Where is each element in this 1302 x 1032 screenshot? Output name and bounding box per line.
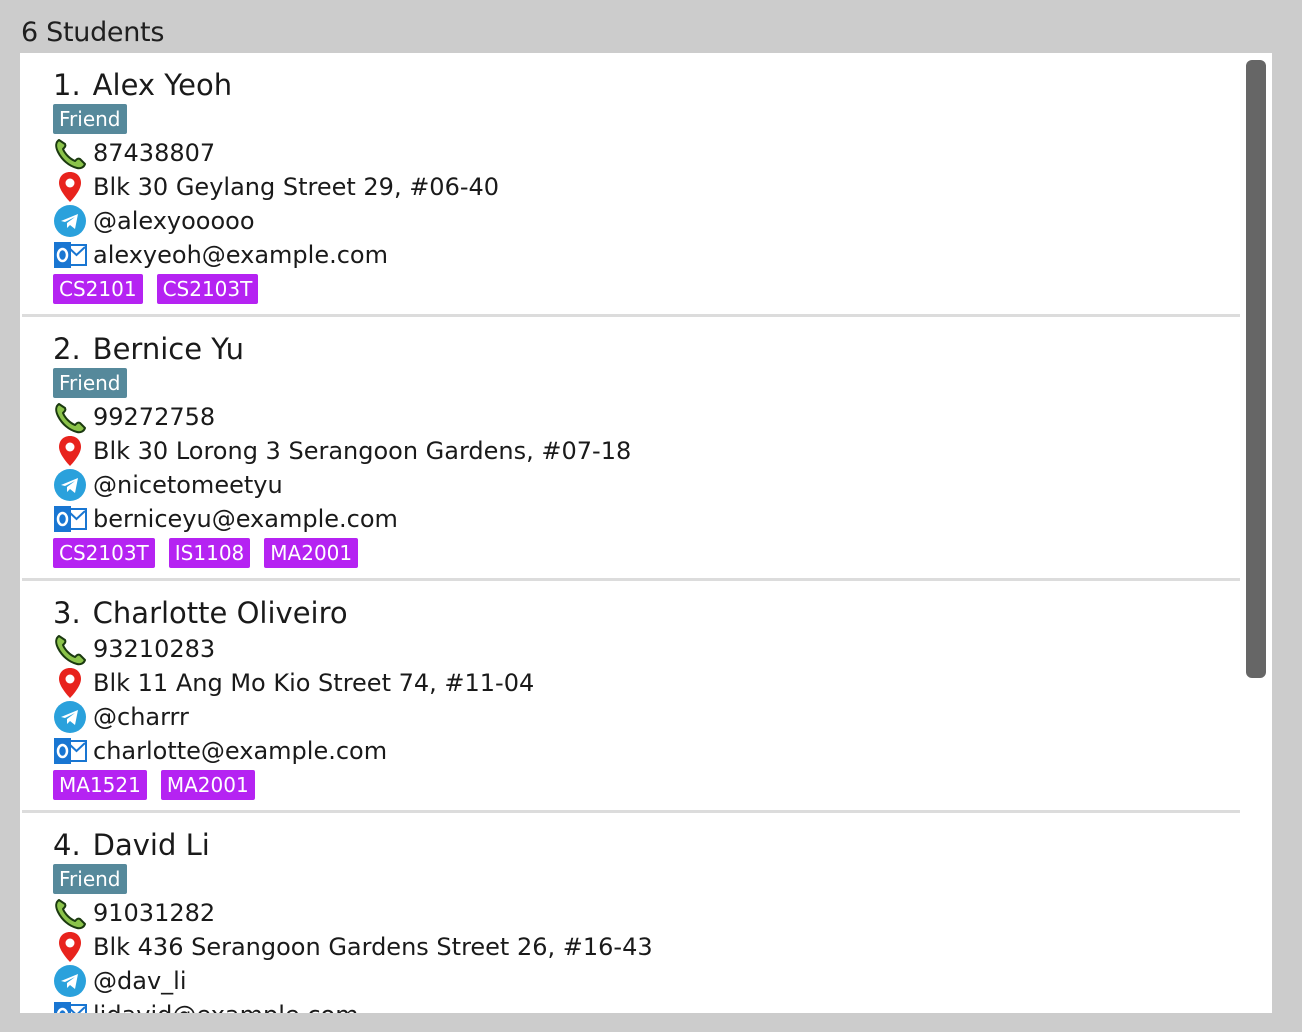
outlook-email-icon <box>53 998 87 1013</box>
student-title: 1. Alex Yeoh <box>53 67 1240 103</box>
relation-tag: Friend <box>53 368 127 398</box>
relation-tag: Friend <box>53 104 127 134</box>
phone-icon <box>53 896 87 930</box>
location-pin-icon <box>53 170 87 204</box>
address-row: Blk 30 Lorong 3 Serangoon Gardens, #07-1… <box>53 434 1240 468</box>
module-tag: MA2001 <box>264 538 359 568</box>
telegram-icon <box>53 204 87 238</box>
telegram-icon <box>53 964 87 998</box>
telegram-row: @dav_li <box>53 964 1240 998</box>
module-tag: IS1108 <box>168 538 251 568</box>
outlook-email-icon <box>53 734 87 768</box>
student-card[interactable]: 3. Charlotte Oliveiro 93210283 Blk 11 Ang… <box>22 581 1240 813</box>
phone-row: 99272758 <box>53 400 1240 434</box>
telegram-handle: @alexyooooo <box>93 207 255 235</box>
telegram-row: @charrr <box>53 700 1240 734</box>
student-name: Charlotte Oliveiro <box>92 596 348 630</box>
email-text: charlotte@example.com <box>93 737 388 765</box>
telegram-row: @nicetomeetyu <box>53 468 1240 502</box>
student-index: 1. <box>53 68 81 102</box>
student-index: 3. <box>53 596 81 630</box>
telegram-row: @alexyooooo <box>53 204 1240 238</box>
telegram-handle: @charrr <box>93 703 189 731</box>
address-text: Blk 30 Geylang Street 29, #06-40 <box>93 173 500 201</box>
telegram-handle: @dav_li <box>93 967 187 995</box>
phone-icon <box>53 632 87 666</box>
telegram-icon <box>53 700 87 734</box>
scrollbar-thumb[interactable] <box>1246 60 1266 678</box>
student-title: 3. Charlotte Oliveiro <box>53 595 1240 631</box>
module-tag: CS2101 <box>53 274 143 304</box>
module-tags: MA1521 MA2001 <box>53 770 1240 800</box>
location-pin-icon <box>53 434 87 468</box>
address-text: Blk 436 Serangoon Gardens Street 26, #16… <box>93 933 653 961</box>
address-text: Blk 11 Ang Mo Kio Street 74, #11-04 <box>93 669 535 697</box>
student-list-panel[interactable]: 1. Alex Yeoh Friend 87438807 Blk 30 Geyla… <box>20 53 1272 1013</box>
phone-row: 93210283 <box>53 632 1240 666</box>
phone-text: 87438807 <box>93 139 216 167</box>
location-pin-icon <box>53 666 87 700</box>
phone-text: 91031282 <box>93 899 216 927</box>
module-tag: MA2001 <box>160 770 255 800</box>
address-text: Blk 30 Lorong 3 Serangoon Gardens, #07-1… <box>93 437 632 465</box>
email-text: berniceyu@example.com <box>93 505 398 533</box>
phone-row: 87438807 <box>53 136 1240 170</box>
email-row: alexyeoh@example.com <box>53 238 1240 272</box>
email-row: charlotte@example.com <box>53 734 1240 768</box>
address-row: Blk 436 Serangoon Gardens Street 26, #16… <box>53 930 1240 964</box>
student-index: 4. <box>53 828 81 862</box>
outlook-email-icon <box>53 502 87 536</box>
address-row: Blk 11 Ang Mo Kio Street 74, #11-04 <box>53 666 1240 700</box>
email-text: alexyeoh@example.com <box>93 241 388 269</box>
module-tag: CS2103T <box>53 538 155 568</box>
relation-tag: Friend <box>53 864 127 894</box>
telegram-handle: @nicetomeetyu <box>93 471 283 499</box>
module-tags: CS2103T IS1108 MA2001 <box>53 538 1240 568</box>
email-row: berniceyu@example.com <box>53 502 1240 536</box>
module-tags: CS2101 CS2103T <box>53 274 1240 304</box>
student-count-heading: 6 Students <box>21 17 165 48</box>
phone-text: 99272758 <box>93 403 216 431</box>
module-tag: MA1521 <box>53 770 147 800</box>
student-name: David Li <box>92 828 210 862</box>
module-tag: CS2103T <box>156 274 259 304</box>
student-name: Bernice Yu <box>92 332 245 366</box>
student-card[interactable]: 4. David Li Friend 91031282 Blk 436 Seran… <box>22 813 1240 1013</box>
student-card[interactable]: 2. Bernice Yu Friend 99272758 Blk 30 Loro… <box>22 317 1240 581</box>
email-text: lidavid@example.com <box>93 1001 359 1013</box>
student-card[interactable]: 1. Alex Yeoh Friend 87438807 Blk 30 Geyla… <box>22 53 1240 317</box>
student-card-list: 1. Alex Yeoh Friend 87438807 Blk 30 Geyla… <box>20 53 1242 1013</box>
phone-icon <box>53 136 87 170</box>
student-index: 2. <box>53 332 81 366</box>
student-title: 2. Bernice Yu <box>53 331 1240 367</box>
telegram-icon <box>53 468 87 502</box>
student-title: 4. David Li <box>53 827 1240 863</box>
student-name: Alex Yeoh <box>92 68 233 102</box>
email-row: lidavid@example.com <box>53 998 1240 1013</box>
phone-icon <box>53 400 87 434</box>
phone-row: 91031282 <box>53 896 1240 930</box>
phone-text: 93210283 <box>93 635 216 663</box>
location-pin-icon <box>53 930 87 964</box>
address-row: Blk 30 Geylang Street 29, #06-40 <box>53 170 1240 204</box>
scrollbar-track[interactable] <box>1242 53 1272 1013</box>
outlook-email-icon <box>53 238 87 272</box>
